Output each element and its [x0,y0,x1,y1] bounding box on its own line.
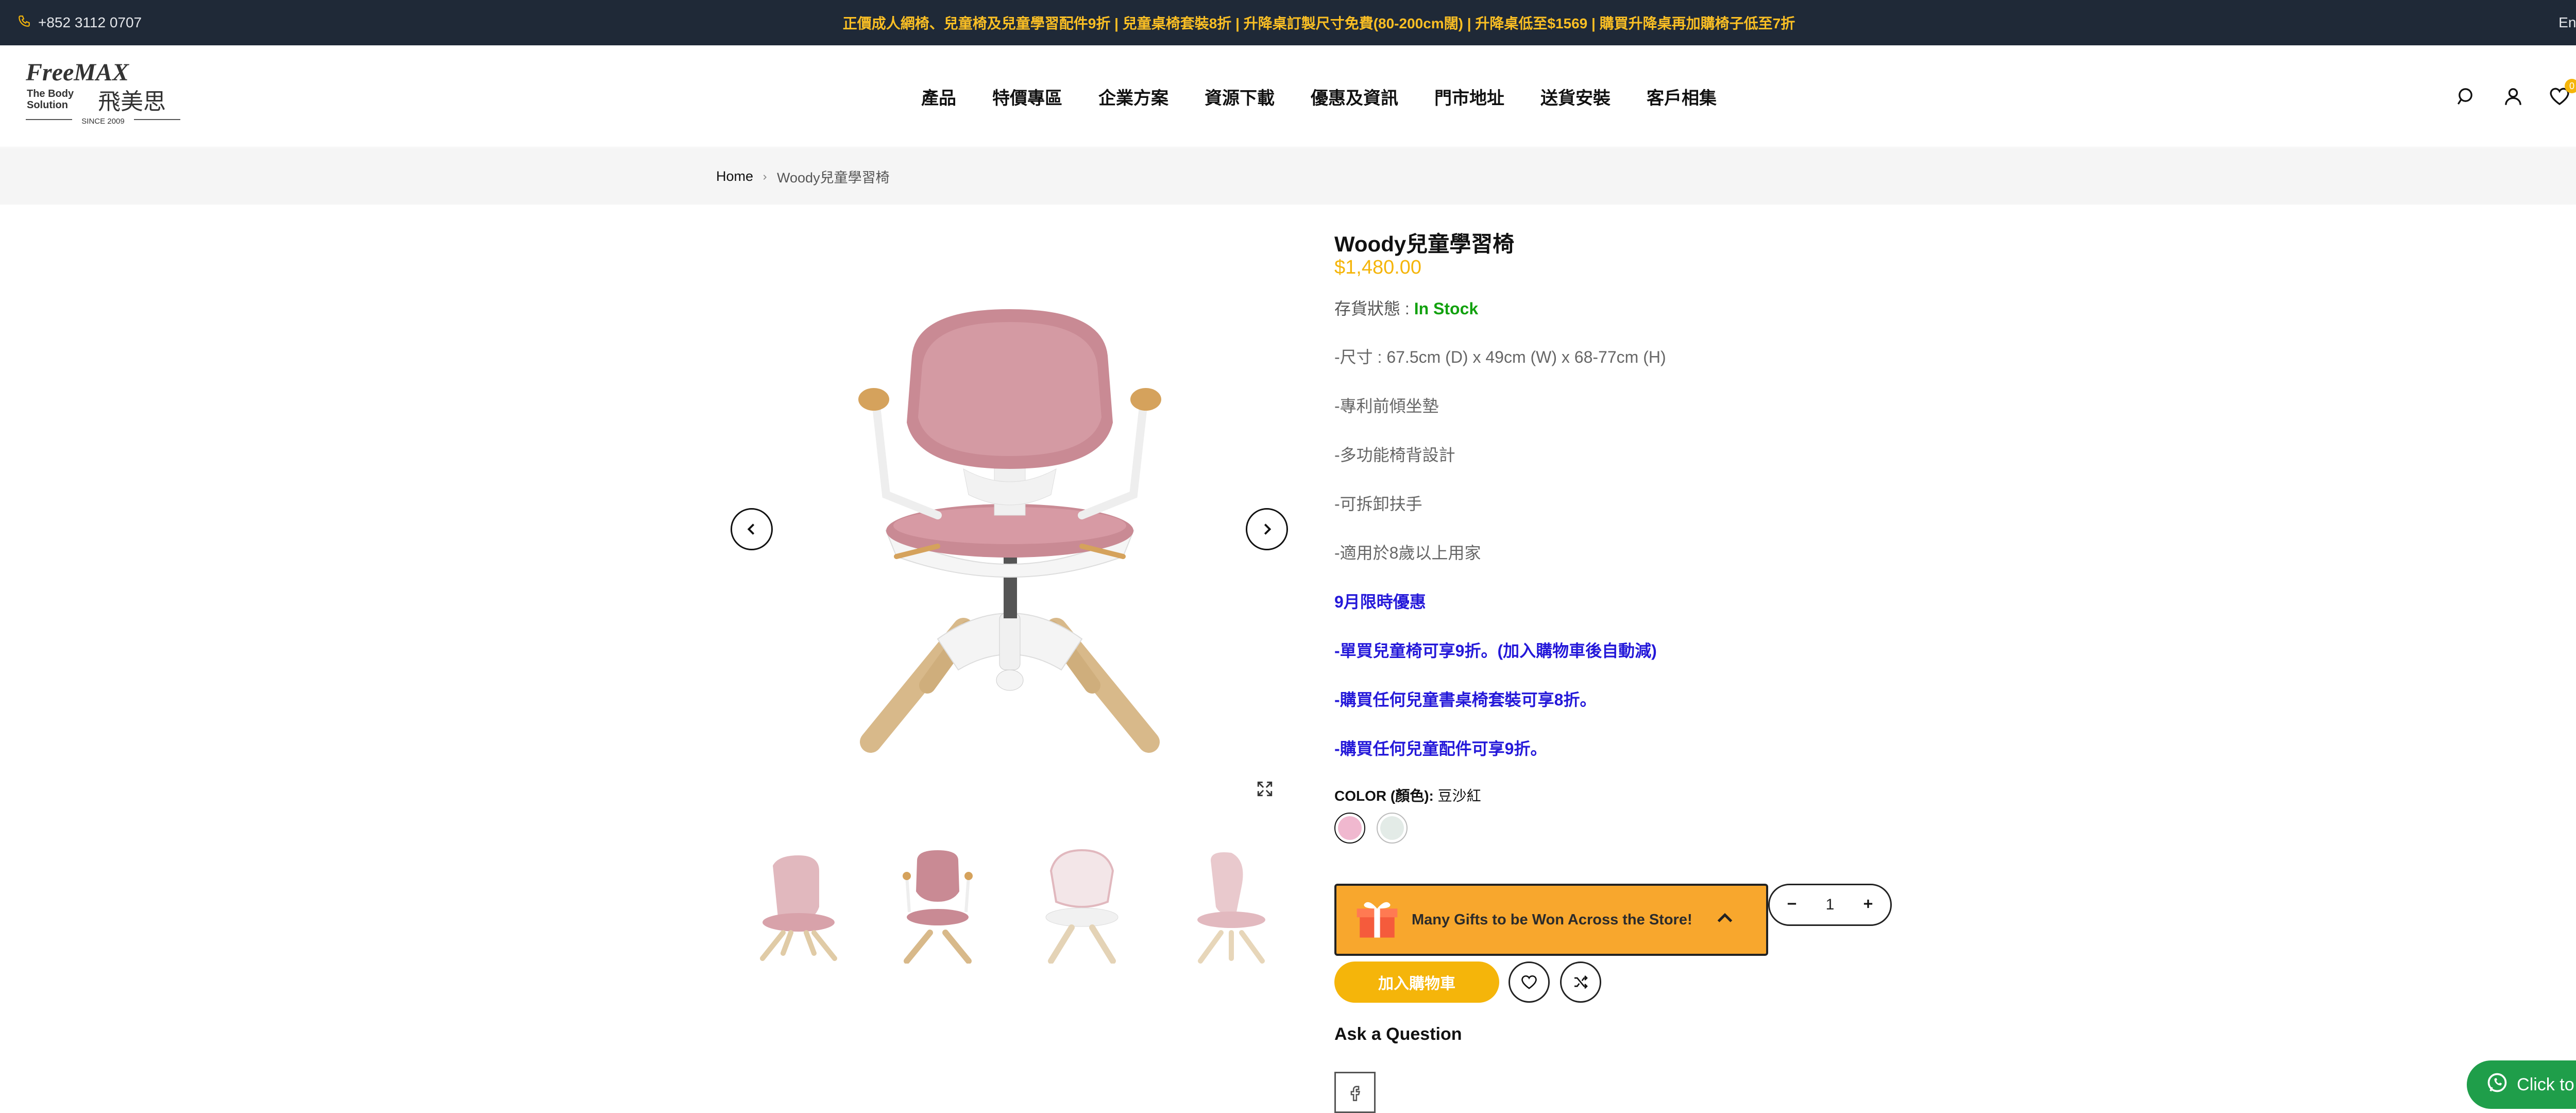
gift-icon [1354,896,1405,945]
product-title: Woody兒童學習椅 [1334,232,1515,256]
breadcrumb: Home Woody兒童學習椅 [716,148,890,205]
ask-question-link[interactable]: Ask a Question [1334,1024,1462,1044]
chevron-right-icon [761,168,769,184]
product-price: $1,480.00 [1334,257,1422,278]
gallery-prev-button[interactable] [731,508,773,550]
plus-icon[interactable] [1861,897,1875,913]
product-main-image[interactable] [721,227,1298,809]
nav-item-downloads[interactable]: 資源下載 [1205,84,1275,109]
promo-line-2: -購買任何兒童書桌椅套裝可享8折。 [1334,690,1597,709]
feature-armrest: -可拆卸扶手 [1334,495,1422,513]
feature-seat: -專利前傾坐墊 [1334,397,1439,415]
whatsapp-chat-button[interactable]: Click to Ask [2467,1060,2576,1109]
gift-banner[interactable]: Many Gifts to be Won Across the Store! [1334,884,1768,956]
stock-label: 存貨狀態 : [1334,299,1410,318]
main-nav: 產品 特價專區 企業方案 資源下載 優惠及資訊 門市地址 送貨安裝 客戶相集 [0,45,2576,147]
breadcrumb-current: Woody兒童學習椅 [777,170,890,185]
thumbnail-1[interactable] [732,835,855,969]
add-to-cart-button[interactable]: 加入購物車 [1334,962,1499,1003]
nav-item-delivery[interactable]: 送貨安裝 [1540,84,1611,109]
promo-line-1: -單買兒童椅可享9折。(加入購物車後自動減) [1334,642,1657,660]
breadcrumb-home[interactable]: Home [716,168,753,184]
gift-banner-text: Many Gifts to be Won Across the Store! [1412,911,1692,928]
color-label-text: COLOR (顏色): [1334,788,1434,804]
nav-item-specials[interactable]: 特價專區 [992,84,1062,109]
heart-icon [1521,975,1537,989]
thumbnail-4[interactable] [1164,835,1288,969]
color-label: COLOR (顏色): 豆沙紅 [1334,785,1901,813]
feature-size: -尺寸 : 67.5cm (D) x 49cm (W) x 68-77cm (H… [1334,348,1666,366]
site-header: FreeMAX The Body Solution 飛美思 SINCE 2009… [0,45,2576,147]
language-selector[interactable]: English [2558,0,2576,45]
facebook-icon [1350,1086,1361,1101]
product-info: Woody兒童學習椅 $1,480.00 存貨狀態 : In Stock -尺寸… [1334,227,1901,867]
language-label[interactable]: English [2558,14,2576,31]
quantity-value[interactable]: 1 [1826,896,1835,914]
nav-item-stores[interactable]: 門市地址 [1434,84,1504,109]
nav-item-products[interactable]: 產品 [921,84,956,109]
color-value: 豆沙紅 [1437,788,1481,804]
promo-line-3: -購買任何兒童配件可享9折。 [1334,739,1547,758]
promo-text: 正價成人網椅、兒童椅及兒童學習配件9折 | 兒童桌椅套裝8折 | 升降桌訂製尺寸… [842,15,1795,31]
color-swatches [1334,813,1901,867]
wishlist-count-badge: 0 [2565,79,2576,93]
swatch-light-green[interactable] [1377,813,1408,844]
expand-icon [1257,781,1273,797]
chat-label[interactable]: Click to Ask [2517,1075,2576,1095]
wishlist-button[interactable]: 0 [2548,79,2576,108]
stock-status: 存貨狀態 : In Stock [1334,296,1901,344]
breadcrumb-bar: Home Woody兒童學習椅 [0,148,2576,205]
search-icon[interactable] [2455,85,2478,108]
feature-backrest: -多功能椅背設計 [1334,446,1455,464]
quantity-stepper: 1 [1768,884,1892,926]
swatch-pink[interactable] [1334,813,1365,844]
compare-button[interactable] [1560,962,1601,1003]
nav-item-enterprise[interactable]: 企業方案 [1098,84,1168,109]
chevron-right-icon [1264,524,1272,535]
add-to-wishlist-button[interactable] [1509,962,1550,1003]
announcement-bar: +852 3112 0707 正價成人網椅、兒童椅及兒童學習配件9折 | 兒童桌… [0,0,2576,45]
stock-value: In Stock [1414,299,1479,318]
chevron-up-icon[interactable] [1715,908,1745,932]
nav-item-gallery[interactable]: 客戶相集 [1647,84,1717,109]
thumbnail-3[interactable] [1020,835,1144,969]
feature-age: -適用於8歲以上用家 [1334,544,1481,562]
gallery-next-button[interactable] [1246,508,1288,550]
thumbnail-2[interactable] [876,835,999,969]
whatsapp-icon [2486,1071,2509,1099]
shuffle-icon [1574,975,1588,989]
account-icon[interactable] [2502,85,2524,108]
zoom-expand-button[interactable] [1244,768,1286,810]
nav-item-offers[interactable]: 優惠及資訊 [1311,84,1398,109]
minus-icon[interactable] [1785,897,1799,913]
chevron-left-icon [747,524,755,535]
thumbnail-strip [732,835,1288,969]
promo-title: 9月限時優惠 [1334,593,1426,611]
header-actions: 0 0 [2455,45,2576,147]
facebook-share-button[interactable] [1334,1072,1376,1113]
